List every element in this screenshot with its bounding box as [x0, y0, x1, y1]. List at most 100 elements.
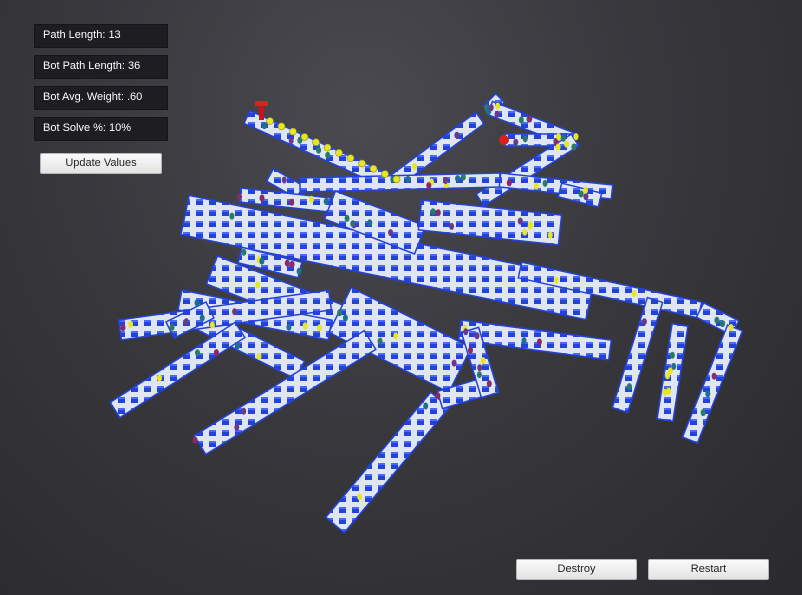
path-marker: [289, 127, 297, 136]
weight-marker: [261, 122, 267, 130]
weight-marker: [367, 219, 373, 227]
weight-marker: [477, 364, 483, 372]
weight-marker: [583, 186, 588, 194]
weight-marker: [449, 222, 455, 230]
weight-marker: [641, 318, 647, 326]
weight-marker: [377, 337, 383, 345]
weight-marker: [522, 228, 528, 236]
weight-marker: [234, 423, 240, 431]
weight-marker: [527, 115, 533, 123]
weight-marker: [665, 372, 670, 380]
weight-marker: [474, 332, 480, 340]
weight-marker: [488, 104, 494, 112]
weight-marker: [241, 248, 247, 256]
weight-marker: [720, 320, 726, 328]
weight-marker: [325, 151, 331, 159]
weight-marker: [213, 349, 219, 357]
weight-marker: [120, 324, 126, 332]
weight-marker: [553, 276, 559, 284]
weight-marker: [669, 351, 675, 359]
path-marker: [392, 175, 401, 184]
weight-marker: [460, 173, 466, 181]
weight-marker: [241, 407, 247, 415]
weight-marker: [518, 116, 524, 124]
weight-marker: [571, 143, 577, 151]
weight-marker: [309, 195, 315, 203]
weight-marker: [350, 220, 356, 228]
weight-marker: [302, 322, 308, 330]
path-length-field: Path Length: 13: [34, 24, 168, 48]
weight-marker: [286, 323, 292, 331]
weight-marker: [323, 198, 329, 205]
weight-marker: [357, 493, 363, 501]
path-marker: [312, 138, 320, 146]
weight-marker: [522, 135, 528, 143]
restart-button[interactable]: Restart: [648, 559, 769, 580]
weight-marker: [536, 338, 542, 346]
weight-marker: [547, 231, 553, 239]
weight-marker: [451, 359, 457, 367]
weight-marker: [556, 133, 561, 141]
weight-marker: [728, 324, 734, 331]
weight-marker: [578, 190, 584, 198]
weight-marker: [533, 182, 539, 190]
update-values-button[interactable]: Update Values: [40, 153, 162, 174]
weight-marker: [468, 346, 473, 354]
weight-marker: [288, 137, 294, 145]
weight-marker: [259, 194, 265, 202]
weight-marker: [714, 316, 720, 324]
weight-marker: [527, 221, 533, 229]
weight-marker: [494, 110, 500, 118]
weight-marker: [344, 214, 350, 222]
bot-avg-weight-field: Bot Avg. Weight: .60: [34, 86, 168, 110]
weight-marker: [666, 387, 672, 395]
path-marker: [358, 159, 366, 168]
weight-marker: [480, 357, 486, 365]
weight-marker: [521, 337, 527, 345]
weight-marker: [435, 392, 441, 400]
weight-marker: [229, 212, 235, 220]
weight-marker: [235, 342, 241, 350]
path-marker: [300, 133, 309, 141]
weight-marker: [281, 176, 287, 184]
weight-marker: [183, 318, 189, 326]
weight-marker: [289, 198, 295, 206]
weight-marker: [209, 321, 215, 329]
destroy-button[interactable]: Destroy: [516, 559, 637, 580]
weight-marker: [232, 308, 238, 316]
weight-marker: [435, 209, 441, 217]
maze-corridor: [681, 324, 744, 444]
weight-marker: [671, 362, 677, 370]
path-marker: [346, 154, 355, 162]
path-marker: [277, 122, 286, 131]
weight-marker: [284, 259, 290, 267]
weight-marker: [192, 436, 198, 444]
weight-marker: [443, 177, 449, 184]
weight-marker: [486, 380, 492, 388]
weight-marker: [195, 349, 200, 357]
weight-marker: [560, 134, 566, 142]
weight-marker: [289, 260, 295, 268]
weight-marker: [711, 372, 717, 380]
weight-marker: [423, 402, 429, 410]
path-marker: [266, 117, 274, 125]
path-marker: [369, 164, 378, 173]
weight-marker: [128, 320, 134, 328]
weight-marker: [255, 281, 261, 289]
weight-marker: [199, 314, 205, 322]
weight-marker: [237, 193, 243, 201]
weight-marker: [405, 175, 411, 183]
maze-corridor: [324, 391, 451, 534]
weight-marker: [337, 309, 343, 317]
weight-marker: [157, 374, 162, 382]
weight-marker: [506, 179, 512, 187]
weight-marker: [476, 371, 482, 379]
weight-marker: [454, 131, 460, 139]
weight-marker: [393, 332, 399, 340]
weight-marker: [430, 208, 436, 216]
weight-marker: [573, 133, 579, 141]
bot-solve-percent-field: Bot Solve %: 10%: [34, 117, 168, 141]
weight-marker: [388, 229, 394, 237]
weight-marker: [583, 193, 589, 201]
weight-marker: [517, 217, 523, 225]
